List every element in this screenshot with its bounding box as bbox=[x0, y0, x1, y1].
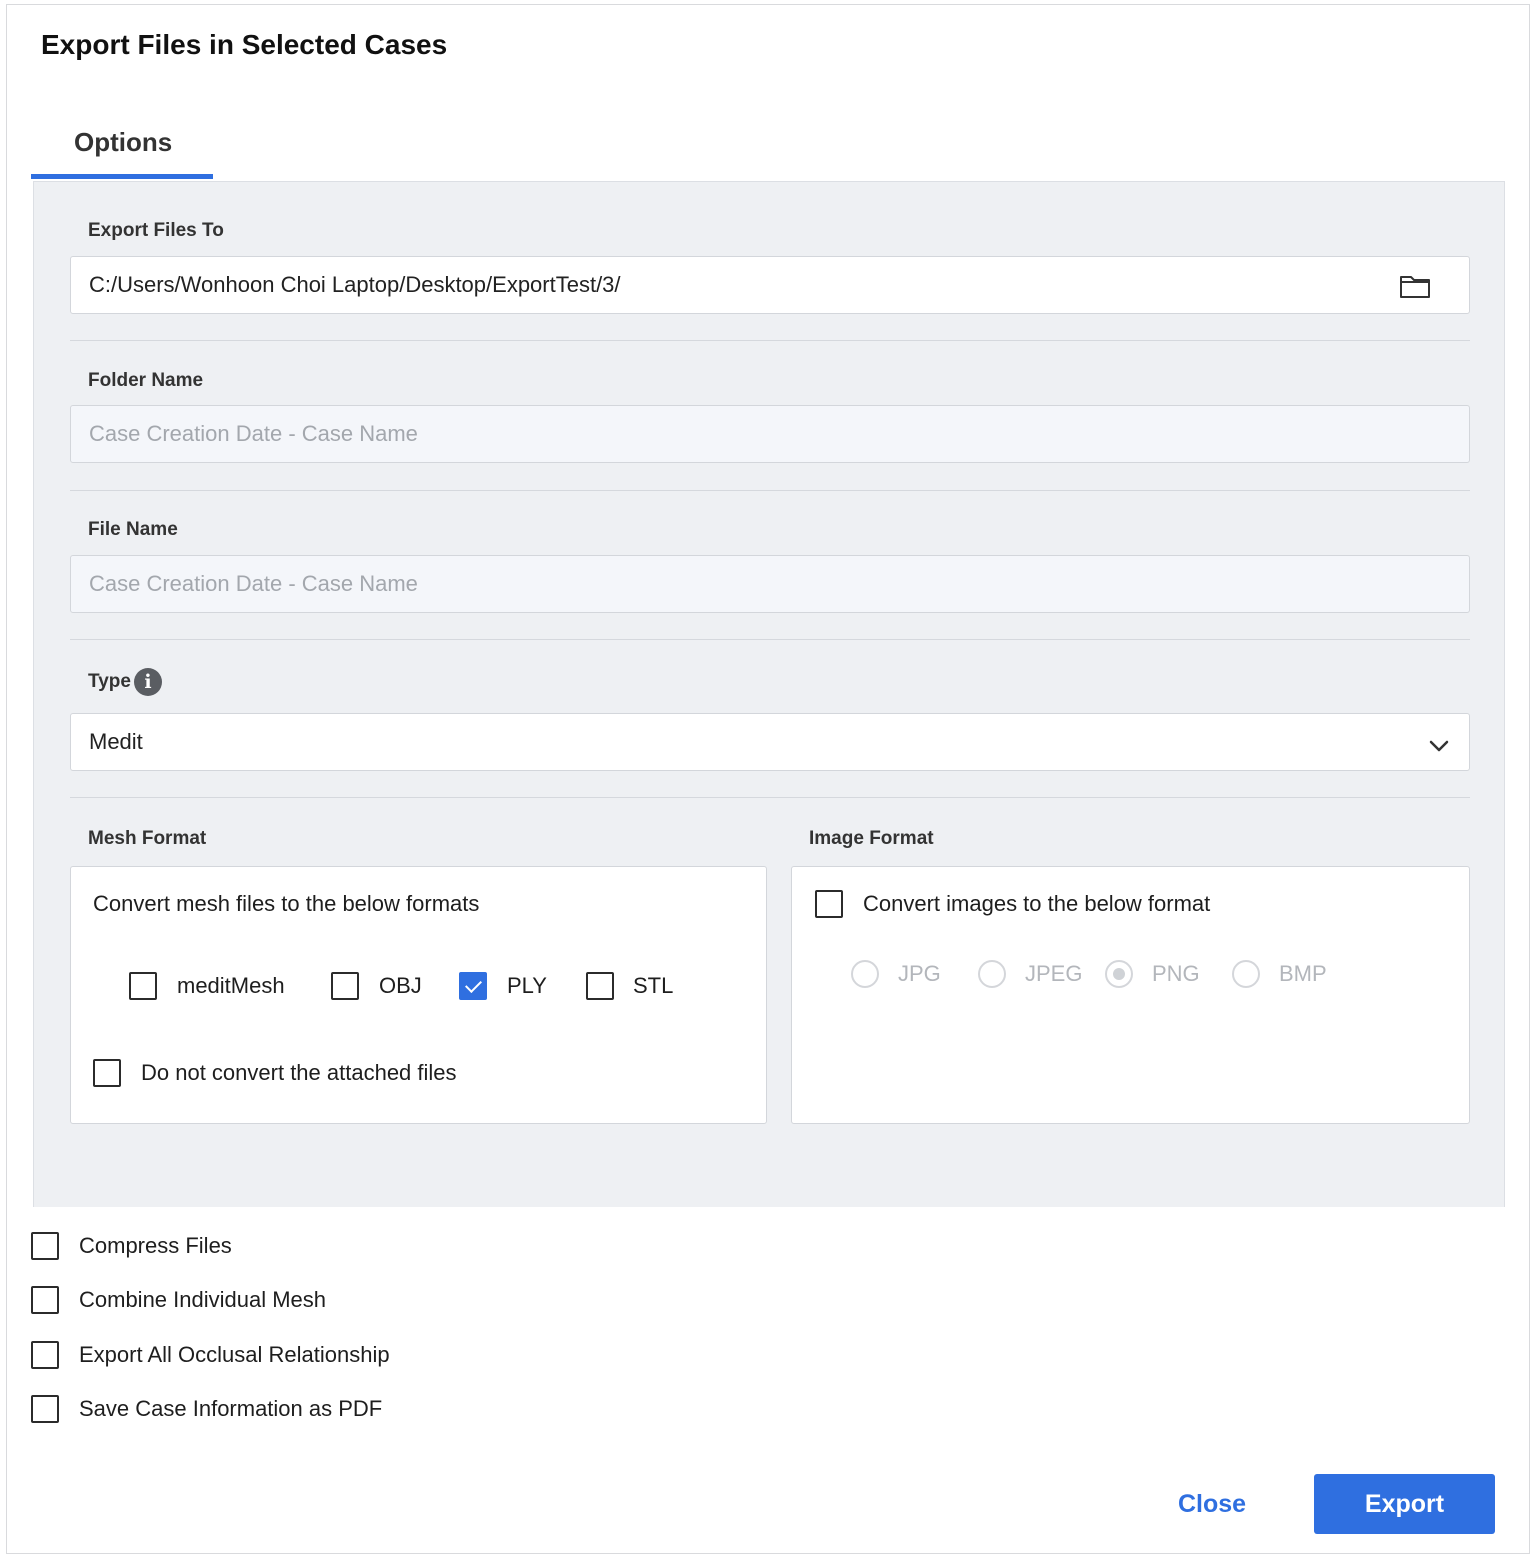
divider bbox=[70, 797, 1470, 798]
convert-images-label: Convert images to the below format bbox=[863, 891, 1211, 916]
combine-mesh-label: Combine Individual Mesh bbox=[79, 1287, 327, 1312]
type-select[interactable]: Medit bbox=[70, 713, 1470, 771]
meditmesh-label: meditMesh bbox=[177, 973, 285, 998]
type-selected-value: Medit bbox=[89, 729, 143, 754]
export-to-label: Export Files To bbox=[88, 220, 224, 241]
folder-icon[interactable] bbox=[1399, 273, 1431, 305]
info-icon[interactable]: i bbox=[133, 668, 162, 696]
export-occlusal-label: Export All Occlusal Relationship bbox=[79, 1342, 390, 1367]
checkbox-no-convert[interactable] bbox=[93, 1059, 121, 1087]
radio-bmp[interactable] bbox=[1232, 960, 1260, 988]
export-path-field[interactable]: C:/Users/Wonhoon Choi Laptop/Desktop/Exp… bbox=[70, 256, 1470, 314]
folder-name-label: Folder Name bbox=[88, 370, 204, 391]
image-format-box: Convert images to the below format JPG J… bbox=[791, 866, 1470, 1124]
compress-files-label: Compress Files bbox=[79, 1233, 232, 1258]
stl-label: STL bbox=[633, 973, 674, 998]
save-pdf-label: Save Case Information as PDF bbox=[79, 1396, 383, 1421]
divider bbox=[70, 490, 1470, 491]
jpeg-label: JPEG bbox=[1025, 961, 1083, 986]
checkbox-obj[interactable] bbox=[331, 972, 359, 1000]
image-format-label: Image Format bbox=[809, 828, 934, 849]
no-convert-label: Do not convert the attached files bbox=[141, 1060, 457, 1085]
export-dialog: Export Files in Selected Cases Options E… bbox=[6, 4, 1530, 1554]
folder-name-field: Case Creation Date - Case Name bbox=[70, 405, 1470, 463]
ply-label: PLY bbox=[507, 973, 547, 998]
bmp-label: BMP bbox=[1279, 961, 1327, 986]
file-name-placeholder: Case Creation Date - Case Name bbox=[89, 571, 418, 596]
mesh-format-label: Mesh Format bbox=[88, 828, 207, 849]
checkbox-stl[interactable] bbox=[586, 972, 614, 1000]
mesh-format-box: Convert mesh files to the below formats … bbox=[70, 866, 767, 1124]
checkbox-export-occlusal[interactable] bbox=[31, 1341, 59, 1369]
tab-active-indicator bbox=[31, 174, 213, 179]
png-label: PNG bbox=[1152, 961, 1200, 986]
checkbox-ply[interactable] bbox=[459, 972, 487, 1000]
file-name-field: Case Creation Date - Case Name bbox=[70, 555, 1470, 613]
close-button[interactable]: Close bbox=[1157, 1475, 1267, 1533]
radio-jpeg[interactable] bbox=[978, 960, 1006, 988]
checkbox-convert-images[interactable] bbox=[815, 890, 843, 918]
tab-options[interactable]: Options bbox=[31, 123, 213, 179]
tab-options-label: Options bbox=[74, 127, 173, 157]
jpg-label: JPG bbox=[898, 961, 941, 986]
divider bbox=[70, 639, 1470, 640]
folder-name-placeholder: Case Creation Date - Case Name bbox=[89, 421, 418, 446]
export-path-value: C:/Users/Wonhoon Choi Laptop/Desktop/Exp… bbox=[89, 272, 621, 297]
radio-png[interactable] bbox=[1105, 960, 1133, 988]
dialog-title: Export Files in Selected Cases bbox=[41, 29, 448, 60]
checkbox-meditmesh[interactable] bbox=[129, 972, 157, 1000]
type-label: Type bbox=[88, 671, 131, 693]
checkbox-save-pdf[interactable] bbox=[31, 1395, 59, 1423]
export-button[interactable]: Export bbox=[1314, 1474, 1495, 1534]
checkbox-compress-files[interactable] bbox=[31, 1232, 59, 1260]
obj-label: OBJ bbox=[379, 973, 422, 998]
radio-jpg[interactable] bbox=[851, 960, 879, 988]
type-label-row: Type i bbox=[88, 668, 162, 696]
mesh-format-description: Convert mesh files to the below formats bbox=[93, 891, 480, 916]
chevron-down-icon bbox=[1429, 733, 1449, 759]
checkbox-combine-mesh[interactable] bbox=[31, 1286, 59, 1314]
options-panel: Export Files To C:/Users/Wonhoon Choi La… bbox=[33, 181, 1505, 1207]
file-name-label: File Name bbox=[88, 519, 178, 540]
divider bbox=[70, 340, 1470, 341]
